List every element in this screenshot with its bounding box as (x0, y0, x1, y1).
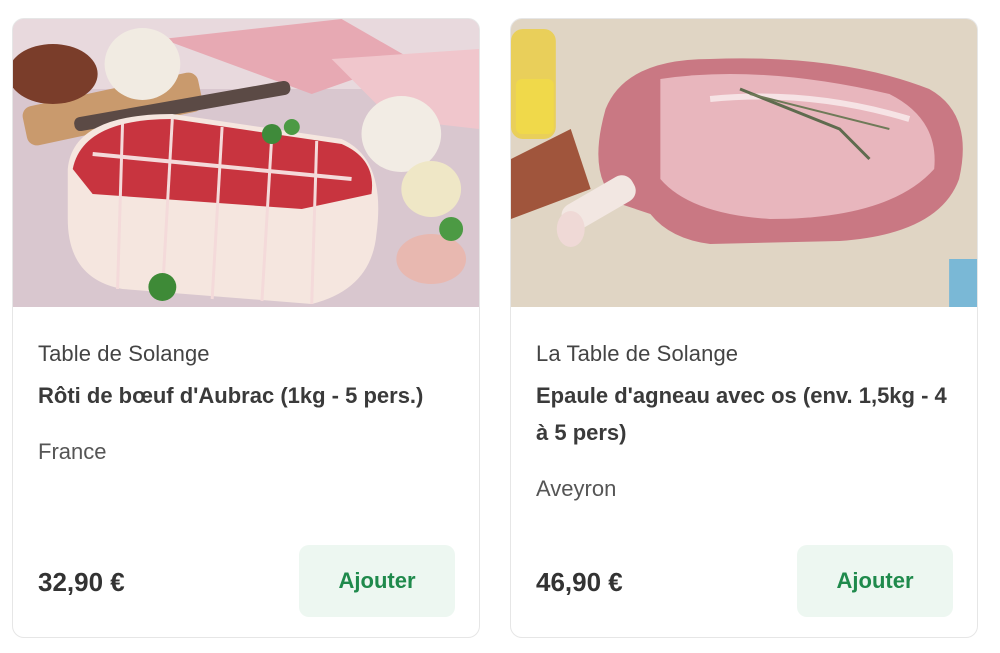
seller-name: La Table de Solange (536, 341, 739, 366)
add-to-cart-button[interactable]: Ajouter (299, 545, 455, 617)
add-to-cart-button[interactable]: Ajouter (797, 545, 953, 617)
product-price: 46,90 € (536, 567, 623, 597)
product-title[interactable]: Epaule d'agneau avec os (env. 1,5kg - 4 … (536, 377, 956, 451)
product-card[interactable]: La Table de Solange Epaule d'agneau avec… (510, 18, 978, 638)
roast-beef-illustration (13, 19, 479, 307)
product-price: 32,90 € (38, 567, 125, 597)
lamb-shoulder-illustration (511, 19, 977, 307)
product-image-roast-beef[interactable] (13, 19, 479, 307)
product-title[interactable]: Rôti de bœuf d'Aubrac (1kg - 5 pers.) (38, 377, 458, 414)
product-origin: France (38, 439, 107, 464)
seller-name: Table de Solange (38, 341, 210, 366)
product-card[interactable]: Table de Solange Rôti de bœuf d'Aubrac (… (12, 18, 480, 638)
product-image-lamb-shoulder[interactable] (511, 19, 977, 307)
product-origin: Aveyron (536, 476, 617, 501)
